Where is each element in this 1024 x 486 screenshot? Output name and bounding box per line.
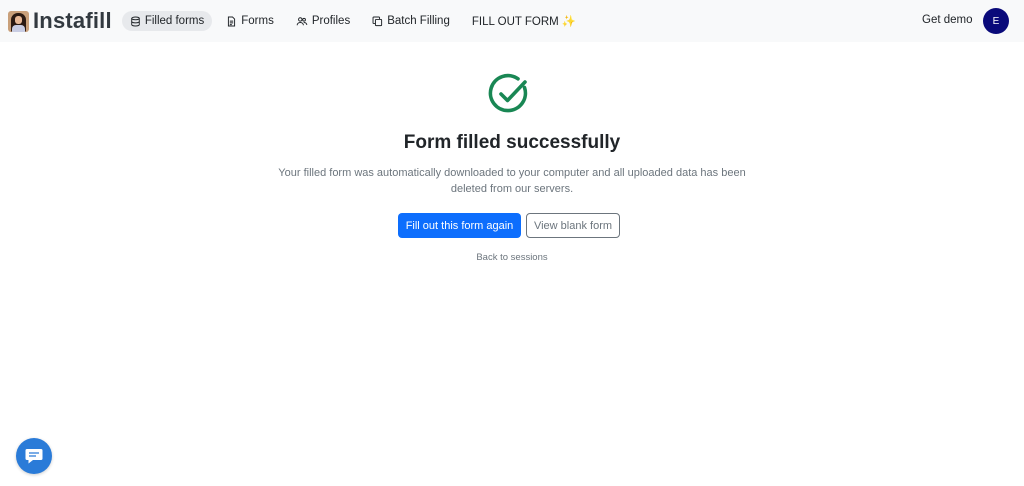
chat-bubble-icon (25, 449, 43, 464)
back-to-sessions-link[interactable]: Back to sessions (0, 252, 1024, 263)
chat-widget-button[interactable] (16, 438, 52, 474)
fill-out-again-button[interactable]: Fill out this form again (398, 213, 521, 238)
check-circle-icon (488, 73, 528, 113)
success-title: Form filled successfully (403, 132, 621, 153)
document-icon (228, 16, 236, 26)
nav-filled-forms-label: Filled forms (144, 15, 205, 27)
nav-filled-forms[interactable]: Filled forms (121, 11, 213, 31)
nav-fill-out-form[interactable]: FILL OUT FORM ✨ (464, 11, 584, 31)
brand-logo-link[interactable]: Instafill (8, 0, 112, 42)
nav-forms[interactable]: Forms (218, 11, 282, 31)
view-blank-form-button[interactable]: View blank form (526, 213, 620, 238)
nav-batch-filling[interactable]: Batch Filling (364, 11, 458, 31)
avatar-initial: E (992, 15, 1000, 27)
user-avatar[interactable]: E (983, 8, 1009, 34)
success-description: Your filled form was automatically downl… (278, 167, 746, 195)
brand-logo-image (8, 10, 29, 32)
get-demo-link[interactable]: Get demo (922, 14, 973, 26)
people-icon (296, 16, 308, 25)
database-icon (131, 16, 140, 26)
nav-profiles-label: Profiles (311, 15, 351, 27)
copy-icon (372, 16, 383, 26)
nav-forms-label: Forms (241, 15, 274, 27)
nav-profiles[interactable]: Profiles (288, 11, 358, 31)
nav-batch-filling-label: Batch Filling (387, 15, 450, 27)
top-navbar: Instafill Filled forms Forms Profiles Ba… (0, 0, 1024, 42)
nav-fill-out-form-label: FILL OUT FORM ✨ (471, 16, 577, 28)
brand-name: Instafill (33, 8, 112, 33)
